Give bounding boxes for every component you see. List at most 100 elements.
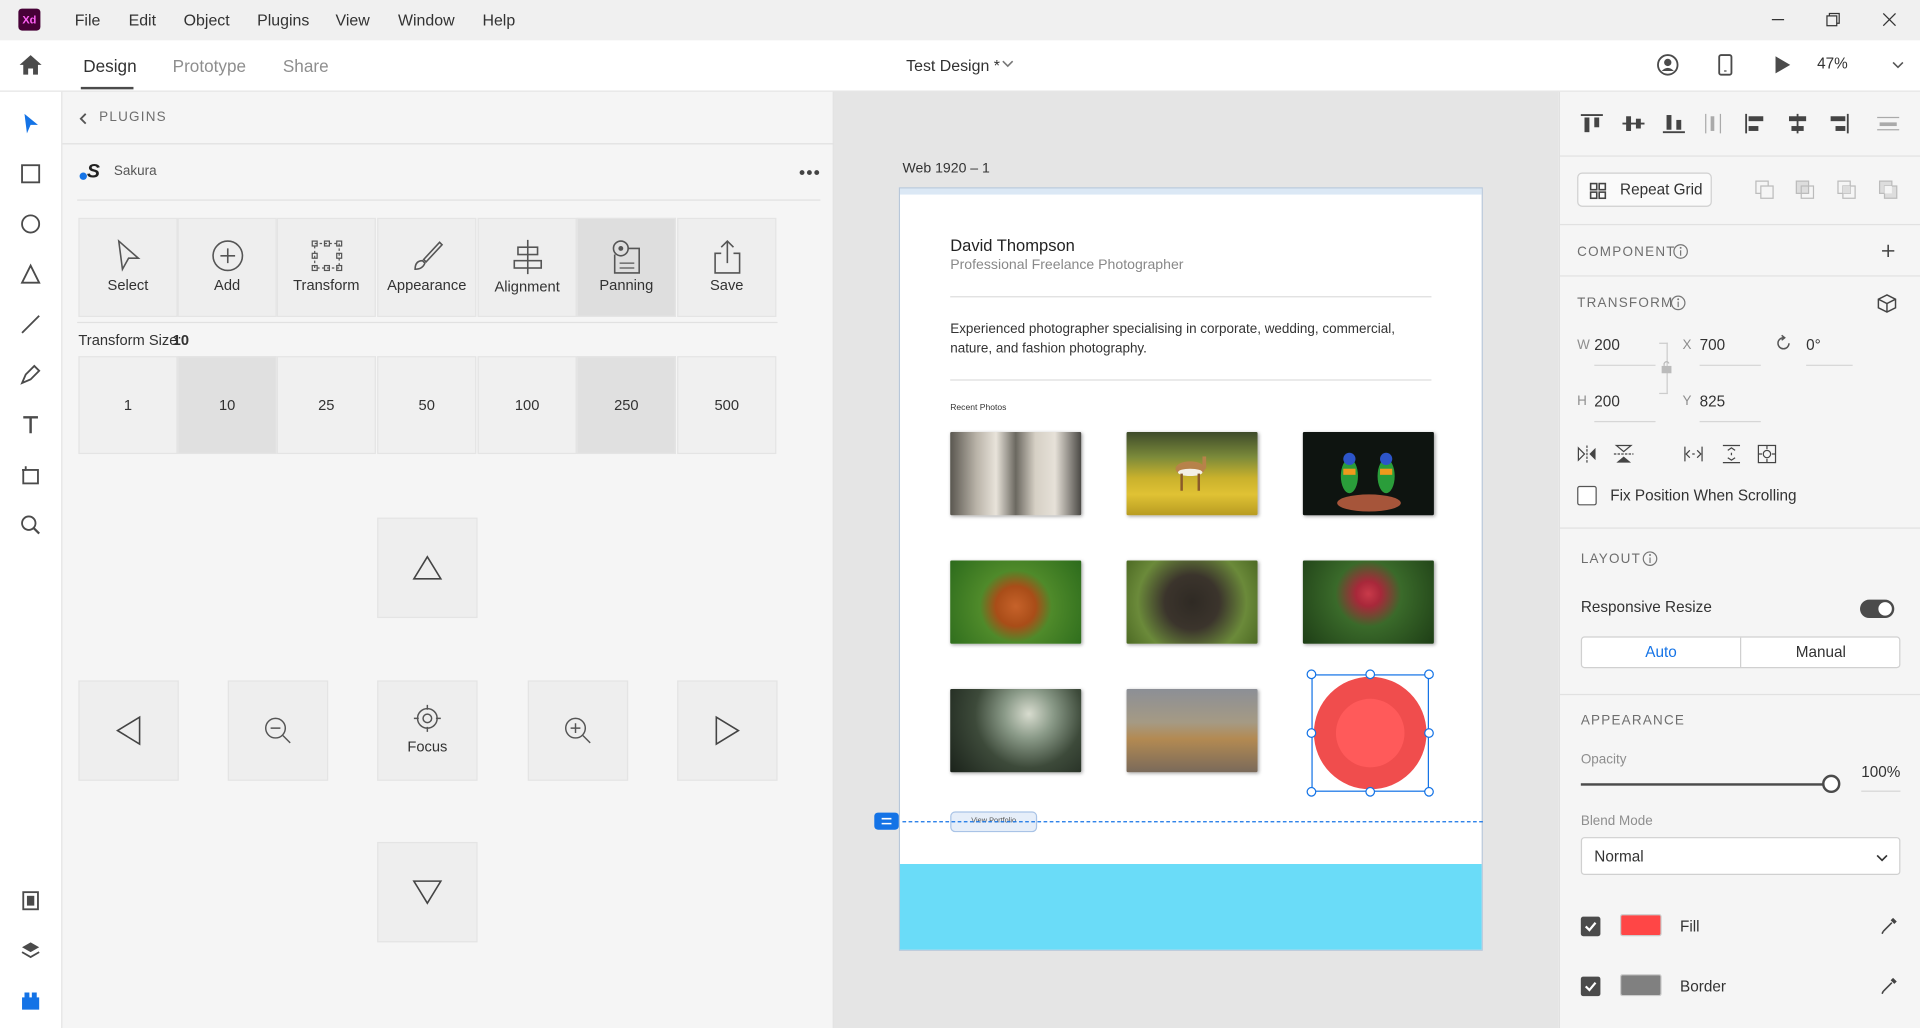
x-value[interactable]: 700 (1700, 337, 1726, 354)
info-icon[interactable] (1642, 551, 1658, 567)
home-icon[interactable] (17, 53, 44, 77)
opacity-value[interactable]: 100% (1861, 764, 1900, 781)
auto-option[interactable]: Auto (1582, 637, 1742, 667)
pan-down-button[interactable] (377, 841, 478, 943)
select-tool-icon[interactable] (18, 111, 42, 135)
flip-horizontal-icon[interactable] (1576, 444, 1598, 464)
3d-transform-icon[interactable] (1876, 292, 1898, 314)
menu-view[interactable]: View (336, 11, 370, 29)
responsive-resize-toggle[interactable] (1860, 599, 1895, 619)
align-middle-icon[interactable] (1621, 113, 1645, 135)
boolean-subtract-icon[interactable] (1795, 180, 1815, 200)
fixed-height-icon[interactable] (1720, 444, 1742, 464)
device-preview-icon[interactable] (1717, 53, 1734, 77)
eyedropper-icon[interactable] (1880, 915, 1900, 935)
play-icon[interactable] (1773, 54, 1793, 76)
menu-help[interactable]: Help (482, 11, 515, 29)
add-component-icon[interactable] (1881, 244, 1896, 259)
zoom-out-button[interactable] (227, 680, 329, 781)
photo-parrots[interactable] (1302, 432, 1434, 516)
tab-share[interactable]: Share (283, 56, 329, 76)
add-button[interactable]: Add (177, 217, 277, 317)
height-value[interactable]: 200 (1594, 393, 1620, 410)
lock-icon[interactable] (1660, 360, 1672, 375)
repeat-grid-button[interactable]: Repeat Grid (1577, 172, 1712, 207)
blend-mode-select[interactable]: Normal (1580, 837, 1901, 876)
align-bottom-icon[interactable] (1662, 113, 1686, 135)
tab-prototype[interactable]: Prototype (173, 56, 246, 76)
fill-swatch[interactable] (1620, 914, 1662, 937)
size-button-1[interactable]: 1 (78, 356, 178, 455)
pan-up-button[interactable] (377, 517, 478, 619)
menu-edit[interactable]: Edit (129, 11, 156, 29)
alignment-button[interactable]: Alignment (477, 217, 577, 317)
pan-right-button[interactable] (677, 680, 778, 781)
photo-ducks[interactable] (1126, 688, 1258, 773)
back-chevron-icon[interactable] (77, 111, 89, 126)
align-top-icon[interactable] (1580, 113, 1604, 135)
ellipse-tool-icon[interactable] (18, 212, 42, 236)
assets-icon[interactable] (18, 888, 42, 912)
opacity-slider-track[interactable] (1580, 783, 1829, 786)
pen-tool-icon[interactable] (18, 362, 42, 386)
more-options-icon[interactable] (798, 169, 820, 176)
manual-option[interactable]: Manual (1741, 638, 1900, 667)
close-icon[interactable] (1881, 11, 1898, 28)
boolean-add-icon[interactable] (1755, 180, 1775, 200)
minimize-icon[interactable] (1769, 11, 1786, 28)
rotate-icon[interactable] (1774, 334, 1792, 352)
polygon-tool-icon[interactable] (18, 262, 42, 286)
align-right-icon[interactable] (1826, 113, 1850, 135)
fix-position-checkbox[interactable] (1577, 485, 1597, 506)
menu-file[interactable]: File (75, 11, 101, 29)
scroll-guide-handle-icon[interactable] (874, 812, 899, 830)
menu-plugins[interactable]: Plugins (257, 11, 309, 29)
align-left-icon[interactable] (1744, 113, 1768, 135)
boolean-exclude-icon[interactable] (1878, 180, 1898, 200)
opacity-slider-thumb[interactable] (1822, 774, 1841, 794)
fill-checkbox[interactable] (1580, 916, 1601, 937)
eyedropper-icon[interactable] (1880, 975, 1900, 995)
photo-sheep[interactable] (950, 432, 1082, 516)
flip-vertical-icon[interactable] (1613, 444, 1635, 464)
restore-icon[interactable] (1825, 11, 1842, 28)
align-center-icon[interactable] (1785, 113, 1809, 135)
distribute-vertical-icon[interactable] (1703, 113, 1727, 135)
size-button-50[interactable]: 50 (377, 356, 477, 455)
focus-point-icon[interactable] (1757, 444, 1777, 464)
panning-button[interactable]: Panning (576, 217, 676, 317)
rectangle-tool-icon[interactable] (18, 162, 42, 186)
zoom-tool-icon[interactable] (18, 513, 42, 537)
layers-icon[interactable] (18, 939, 42, 963)
appearance-button[interactable]: Appearance (377, 217, 477, 317)
artboard[interactable]: David Thompson Professional Freelance Ph… (898, 187, 1483, 951)
tab-design[interactable]: Design (83, 56, 136, 76)
focus-button[interactable]: Focus (377, 680, 478, 781)
plugins-back-label[interactable]: PLUGINS (99, 110, 167, 125)
info-icon[interactable] (1670, 295, 1686, 311)
select-button[interactable]: Select (78, 217, 178, 317)
text-tool-icon[interactable] (18, 412, 42, 436)
border-swatch[interactable] (1620, 974, 1662, 997)
width-value[interactable]: 200 (1594, 337, 1620, 354)
photo-chimpanzee[interactable] (1126, 560, 1258, 644)
chevron-down-icon[interactable] (1002, 58, 1014, 70)
save-button[interactable]: Save (677, 217, 777, 317)
border-checkbox[interactable] (1580, 976, 1601, 997)
menu-window[interactable]: Window (398, 11, 455, 29)
pan-left-button[interactable] (78, 680, 179, 781)
document-title[interactable]: Test Design * (906, 56, 1000, 74)
zoom-level[interactable]: 47% (1817, 55, 1848, 72)
size-button-250[interactable]: 250 (576, 356, 676, 455)
distribute-horizontal-icon[interactable] (1876, 113, 1900, 135)
plugins-icon[interactable] (18, 989, 42, 1013)
y-value[interactable]: 825 (1700, 393, 1726, 410)
artboard-name[interactable]: Web 1920 – 1 (902, 162, 989, 177)
photo-springbok[interactable] (1126, 432, 1258, 516)
photo-red-bird[interactable] (1302, 560, 1434, 644)
artboard-tool-icon[interactable] (18, 463, 42, 487)
photo-squirrel[interactable] (950, 560, 1082, 644)
line-tool-icon[interactable] (18, 312, 42, 336)
size-button-25[interactable]: 25 (276, 356, 376, 455)
transform-button[interactable]: Transform (276, 217, 376, 317)
